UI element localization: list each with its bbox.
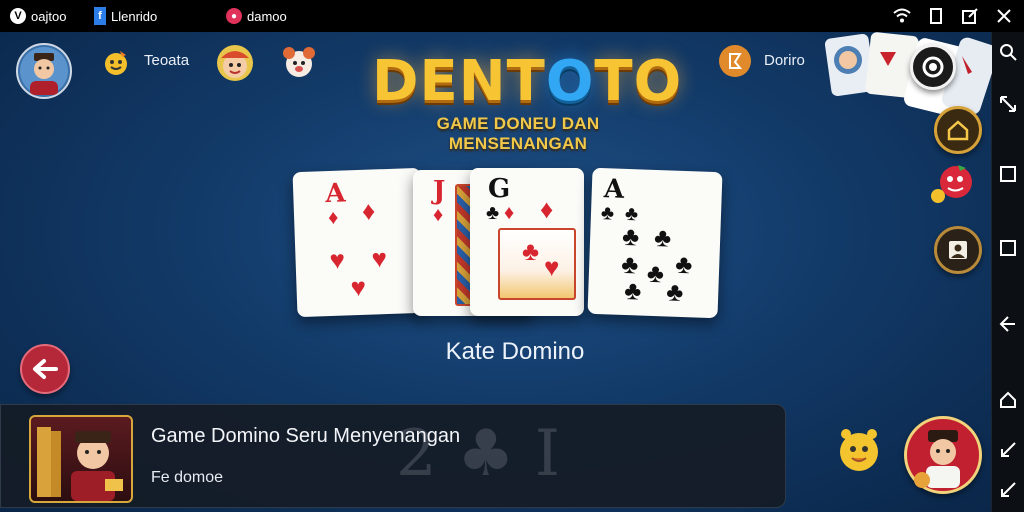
- heart-pip: ♥: [329, 244, 346, 276]
- collapse-alt-icon[interactable]: [998, 480, 1018, 500]
- reward-button[interactable]: [928, 162, 976, 206]
- character-button[interactable]: [904, 416, 982, 494]
- wifi-icon: [892, 6, 912, 26]
- status-app-3-label: damoo: [247, 8, 287, 24]
- diamond-pip: ♦: [504, 202, 515, 224]
- right-player-name: Doriro: [764, 52, 805, 69]
- character-icon: [910, 422, 976, 488]
- status-app-1[interactable]: V oajtoo: [10, 7, 66, 25]
- facebook-icon: f: [94, 7, 106, 25]
- heart-pip: ♥: [350, 271, 367, 303]
- home-nav-icon[interactable]: [998, 390, 1018, 410]
- side-nav-bar: [991, 32, 1024, 512]
- player-avatar[interactable]: [16, 43, 72, 99]
- club-pip: ♣: [620, 248, 639, 280]
- home-icon: [947, 120, 969, 141]
- heart-pip: ♣: [522, 236, 540, 266]
- home-button[interactable]: [934, 106, 982, 154]
- club-pip: ♣: [653, 221, 672, 253]
- status-app-1-label: oajtoo: [31, 8, 67, 24]
- back-button[interactable]: [20, 344, 70, 394]
- app-logo-icon: V: [10, 8, 26, 24]
- status-app-3[interactable]: ● damoo: [226, 7, 287, 25]
- card-2-suit: ♦: [433, 204, 444, 226]
- close-icon[interactable]: [994, 6, 1014, 26]
- playing-card-4[interactable]: A ♣ ♣ ♣ ♣ ♣ ♣ ♣ ♣ ♣: [587, 167, 723, 319]
- promo-banner[interactable]: 2 ♣ I Game Domino Seru Menyenangan Fe do…: [0, 404, 786, 508]
- back-nav-icon[interactable]: [998, 314, 1018, 334]
- banner-title: Game Domino Seru Menyenangan: [151, 425, 461, 447]
- player-name: Teoata: [144, 52, 190, 69]
- back-arrow-icon: [33, 359, 58, 379]
- mascot-icon[interactable]: [836, 424, 882, 474]
- card-1-suit: ♦: [327, 206, 339, 230]
- coin-icon: [102, 49, 130, 77]
- collapse-icon[interactable]: [998, 440, 1018, 460]
- playing-card-3[interactable]: G ♣ ♦ ♦ ♣ ♥: [470, 168, 584, 316]
- target-icon: [922, 56, 944, 78]
- game-logo: DENTOTO GAME DONEU DAN MENSENANGAN: [372, 49, 683, 154]
- heart-pip: ♥: [544, 252, 560, 282]
- card-3-suit: ♣: [486, 202, 500, 224]
- playing-card-1[interactable]: A ♦ ♦ ♥ ♥ ♥: [292, 167, 426, 318]
- target-button[interactable]: [910, 44, 956, 90]
- court-face-art: ♣ ♥: [498, 228, 576, 300]
- app-badge-icon: ●: [226, 8, 242, 24]
- club-pip: ♣: [621, 220, 640, 252]
- pet-icon[interactable]: [282, 45, 316, 79]
- status-bar: V oajtoo f Llenrido ● damoo: [0, 0, 1024, 32]
- heart-pip: ♥: [371, 243, 388, 274]
- club-pip: ♣: [646, 257, 665, 289]
- square-icon[interactable]: [998, 164, 1018, 184]
- game-name: Kate Domino: [445, 338, 585, 365]
- recents-icon[interactable]: [998, 238, 1018, 258]
- settings-badge-icon[interactable]: [718, 44, 752, 78]
- status-app-2[interactable]: f Llenrido: [94, 7, 157, 25]
- status-app-2-label: Llenrido: [111, 8, 158, 24]
- photo-icon: [949, 241, 967, 259]
- reward-icon: [931, 165, 972, 203]
- banner-subtitle: Fe domoe: [151, 469, 224, 486]
- diamond-pip: ♦: [540, 194, 554, 224]
- window-icon[interactable]: [926, 6, 946, 26]
- banner-thumbnail: [29, 415, 133, 503]
- logo-title: DENTOTO: [372, 49, 683, 114]
- club-pip: ♣: [665, 276, 684, 308]
- expand-icon[interactable]: [998, 94, 1018, 114]
- edit-icon[interactable]: [960, 6, 980, 26]
- card-4-suit: ♣: [600, 202, 615, 225]
- profile-button[interactable]: [934, 226, 982, 274]
- search-icon[interactable]: [998, 42, 1018, 62]
- club-pip: ♣: [623, 274, 642, 306]
- club-pip: ♣: [674, 248, 693, 280]
- diamond-pip: ♦: [361, 195, 376, 226]
- logo-subtitle: GAME DONEU DAN MENSENANGAN: [436, 114, 600, 153]
- character-avatar-icon[interactable]: [216, 44, 254, 82]
